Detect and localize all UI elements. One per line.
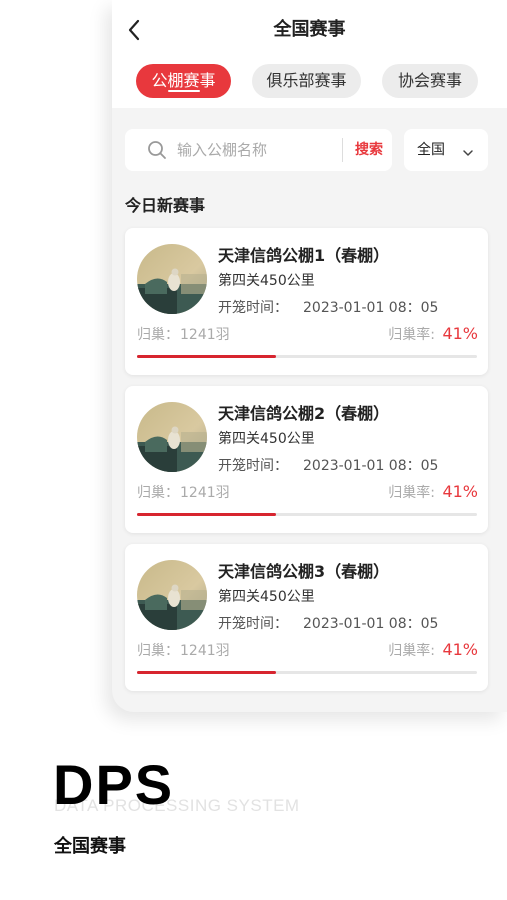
search-divider [342,138,343,162]
search-button[interactable]: 搜索 [355,129,383,171]
race-stats: 归巢： 1241羽 归巢率: 41% [137,640,478,662]
tab-association[interactable]: 协会赛事 [382,64,478,98]
loft-name: 天津信鸽公棚1（春棚） [218,246,390,265]
tab-club[interactable]: 俱乐部赛事 [252,64,361,98]
top-bar: 全国赛事 公棚赛事 俱乐部赛事 协会赛事 [112,0,507,108]
return-label: 归巢： [137,643,179,659]
release-time-label: 开笼时间： [218,300,288,316]
loft-avatar [137,560,207,630]
search-box: 搜索 [125,129,392,171]
tab-label: 俱乐部赛事 [266,71,347,90]
return-rate-value: 41% [442,482,478,501]
dps-logo-text: DPS [53,758,174,810]
return-rate-bar [137,513,477,516]
section-title: 今日新赛事 [125,196,206,215]
race-card[interactable]: 天津信鸽公棚3（春棚） 第四关450公里 开笼时间： 2023-01-01 08… [125,544,488,691]
return-count: 1241羽 [180,643,230,659]
release-time: 2023-01-01 08：05 [303,300,439,316]
return-label: 归巢： [137,485,179,501]
loft-avatar [137,402,207,472]
return-rate-fill [137,355,277,358]
return-rate-bar [137,671,477,674]
return-rate-fill [137,513,277,516]
return-rate-bar [137,355,477,358]
release-time: 2023-01-01 08：05 [303,458,439,474]
tab-public-loft[interactable]: 公棚赛事 [136,64,231,98]
return-rate-value: 41% [442,640,478,659]
region-selected-value: 全国 [417,142,445,158]
race-route: 第四关450公里 [218,431,315,447]
return-rate-label: 归巢率: [388,327,435,343]
release-time-label: 开笼时间： [218,458,288,474]
return-count: 1241羽 [180,327,230,343]
race-route: 第四关450公里 [218,273,315,289]
search-icon [147,140,167,160]
region-select[interactable]: 全国 [404,129,488,171]
return-count: 1241羽 [180,485,230,501]
return-rate-label: 归巢率: [388,643,435,659]
race-card[interactable]: 天津信鸽公棚2（春棚） 第四关450公里 开笼时间： 2023-01-01 08… [125,386,488,533]
release-time: 2023-01-01 08：05 [303,616,439,632]
page-title: 全国赛事 [273,19,346,40]
return-rate-value: 41% [442,324,478,343]
chevron-down-icon [462,144,474,156]
return-label: 归巢： [137,327,179,343]
return-rate-label: 归巢率: [388,485,435,501]
loft-name: 天津信鸽公棚2（春棚） [218,404,390,423]
tab-label: 公棚赛事 [151,71,216,90]
dps-logo: DPS [53,753,201,816]
tab-active-indicator [167,90,200,92]
release-time-label: 开笼时间： [218,616,288,632]
race-route: 第四关450公里 [218,589,315,605]
race-stats: 归巢： 1241羽 归巢率: 41% [137,482,478,504]
return-rate-fill [137,671,277,674]
race-card[interactable]: 天津信鸽公棚1（春棚） 第四关450公里 开笼时间： 2023-01-01 08… [125,228,488,375]
race-stats: 归巢： 1241羽 归巢率: 41% [137,324,478,346]
bottom-caption: 全国赛事 [54,836,126,857]
tab-label: 协会赛事 [397,71,462,90]
search-input[interactable] [177,129,327,171]
loft-avatar [137,244,207,314]
app-screen: 全国赛事 公棚赛事 俱乐部赛事 协会赛事 搜索 全国 [112,0,507,712]
loft-name: 天津信鸽公棚3（春棚） [218,562,390,581]
